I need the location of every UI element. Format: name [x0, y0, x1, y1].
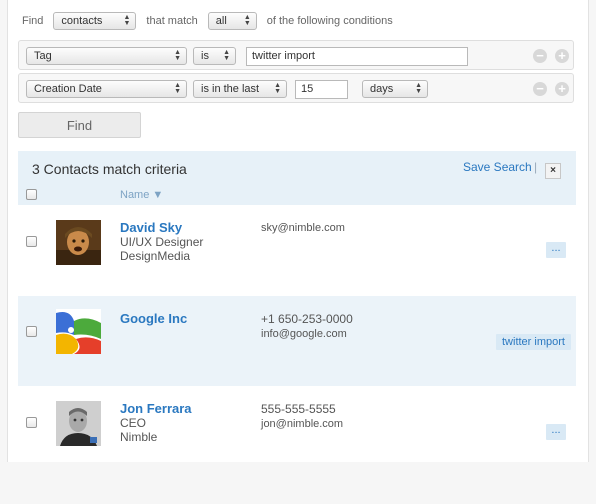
contact-name[interactable]: Jon Ferrara	[120, 401, 192, 416]
select-arrows-icon: ▲ ▼	[274, 82, 281, 95]
match-select-value: all	[215, 15, 227, 27]
avatar[interactable]	[56, 220, 101, 265]
remove-condition-icon[interactable]: −	[533, 82, 547, 96]
condition-operator-select[interactable]: is ▲ ▼	[193, 47, 236, 65]
find-button[interactable]: Find	[18, 112, 141, 138]
contact-email[interactable]: info@google.com	[261, 328, 347, 340]
more-button[interactable]: ...	[546, 242, 566, 258]
entity-select[interactable]: contacts ▲ ▼	[53, 12, 137, 30]
contact-title: CEO	[120, 416, 147, 430]
avatar[interactable]	[56, 309, 101, 354]
select-arrows-icon: ▲ ▼	[223, 49, 230, 62]
google-logo-icon	[56, 309, 101, 354]
table-row: Google Inc +1 650-253-0000 info@google.c…	[18, 296, 576, 386]
contact-phone: 555-555-5555	[261, 402, 336, 416]
find-criteria-row: Find contacts ▲ ▼ that match all ▲ ▼ of th…	[22, 11, 403, 31]
condition-field-select[interactable]: Tag ▲ ▼	[26, 47, 187, 65]
match-label: that match	[146, 15, 198, 27]
table-row: Jon Ferrara CEO Nimble 555-555-5555 jon@…	[18, 386, 576, 462]
row-checkbox[interactable]	[26, 326, 37, 337]
contact-name[interactable]: Google Inc	[120, 311, 187, 326]
table-header: Name ▼	[18, 185, 576, 205]
contact-email[interactable]: sky@nimble.com	[261, 222, 345, 234]
avatar[interactable]	[56, 401, 101, 446]
select-arrows-icon: ▲ ▼	[415, 82, 422, 95]
close-results-button[interactable]: ×	[545, 163, 561, 179]
condition-row-creation-date: Creation Date ▲ ▼ is in the last ▲ ▼ 15 da…	[18, 73, 574, 103]
condition-unit-select[interactable]: days ▲ ▼	[362, 80, 428, 98]
select-arrows-icon: ▲ ▼	[123, 14, 131, 27]
condition-field-select[interactable]: Creation Date ▲ ▼	[26, 80, 187, 98]
condition-number-input[interactable]: 15	[295, 80, 348, 99]
select-arrows-icon: ▲ ▼	[174, 82, 181, 95]
match-select[interactable]: all ▲ ▼	[207, 12, 257, 30]
condition-field-value: Tag	[34, 50, 52, 62]
select-all-checkbox[interactable]	[26, 189, 37, 200]
select-arrows-icon: ▲ ▼	[243, 14, 251, 27]
select-arrows-icon: ▲ ▼	[174, 49, 181, 62]
remove-condition-icon[interactable]: −	[533, 49, 547, 63]
name-column-header[interactable]: Name ▼	[120, 189, 163, 201]
save-search-link[interactable]: Save Search	[463, 160, 532, 174]
add-condition-icon[interactable]: +	[555, 49, 569, 63]
results-count: 3 Contacts match criteria	[32, 161, 187, 177]
condition-operator-value: is	[201, 50, 209, 62]
tag-badge[interactable]: twitter import	[496, 334, 571, 350]
contact-company: DesignMedia	[120, 249, 191, 263]
conditions-suffix-label: of the following conditions	[266, 15, 393, 27]
condition-row-tag: Tag ▲ ▼ is ▲ ▼ twitter import − +	[18, 40, 574, 70]
divider: |	[534, 160, 538, 174]
row-checkbox[interactable]	[26, 417, 37, 428]
more-button[interactable]: ...	[546, 424, 566, 440]
add-condition-icon[interactable]: +	[555, 82, 569, 96]
find-label: Find	[22, 15, 44, 27]
condition-operator-select[interactable]: is in the last ▲ ▼	[193, 80, 287, 98]
table-row: David Sky UI/UX Designer DesignMedia sky…	[18, 205, 576, 295]
condition-field-value: Creation Date	[34, 83, 102, 95]
person-photo-icon	[56, 220, 101, 265]
contact-phone: +1 650-253-0000	[261, 312, 353, 326]
contact-title: UI/UX Designer	[120, 235, 204, 249]
person-photo-icon	[56, 401, 101, 446]
results-header: 3 Contacts match criteria Save Search | …	[18, 151, 576, 185]
contact-email[interactable]: jon@nimble.com	[261, 418, 343, 430]
condition-value-input[interactable]: twitter import	[246, 47, 468, 66]
contact-company: Nimble	[120, 430, 158, 444]
entity-select-value: contacts	[61, 15, 103, 27]
row-checkbox[interactable]	[26, 236, 37, 247]
condition-operator-value: is in the last	[201, 83, 260, 95]
condition-unit-value: days	[370, 83, 394, 95]
contact-name[interactable]: David Sky	[120, 220, 182, 235]
search-panel: Find contacts ▲ ▼ that match all ▲ ▼ of th…	[7, 0, 589, 462]
